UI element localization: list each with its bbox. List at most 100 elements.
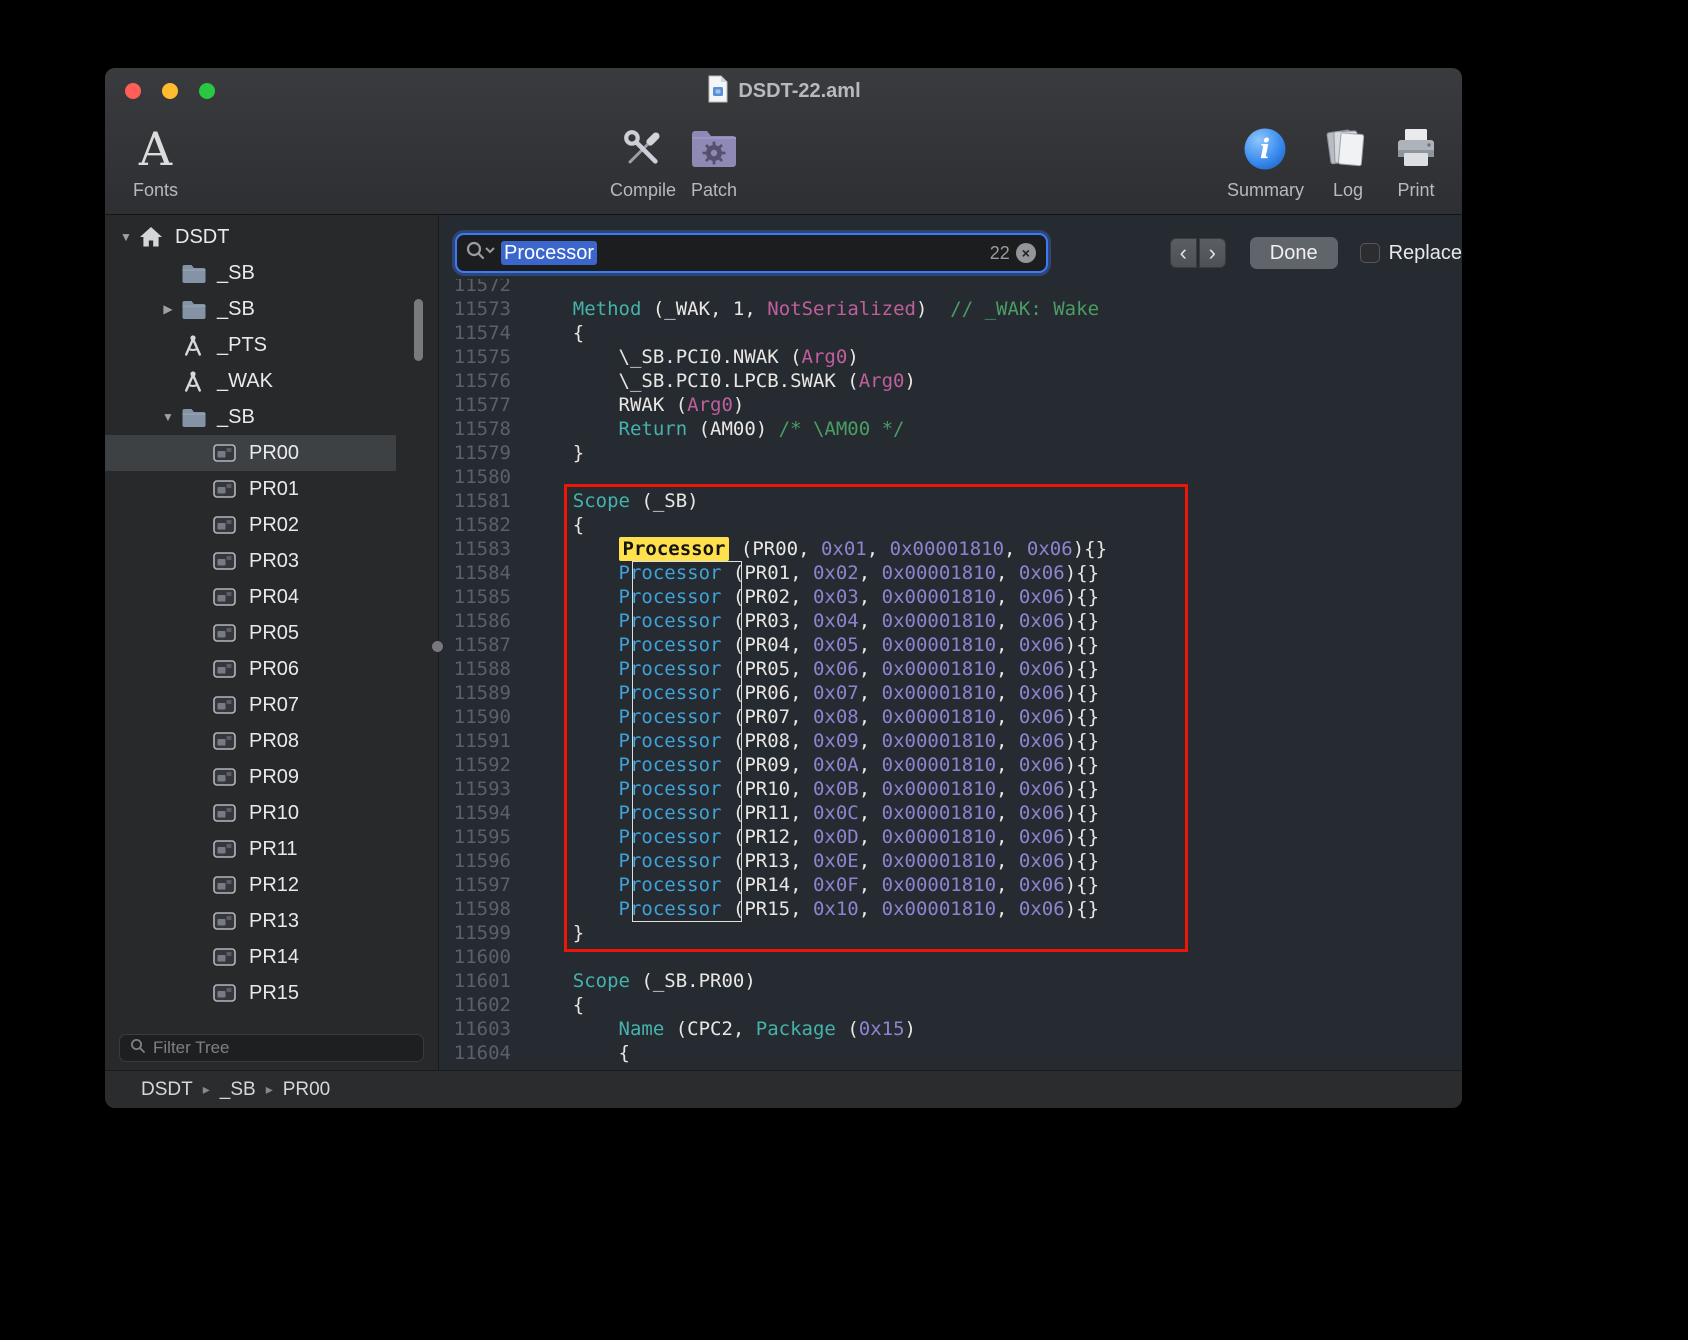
sidebar-item-sb-wak[interactable]: _WAK [105,363,396,399]
fonts-label: Fonts [133,180,178,201]
sidebar-item-pr14[interactable]: PR14 [105,939,396,975]
patch-label: Patch [691,180,737,201]
sidebar-item-label: PR02 [247,514,299,537]
sidebar-item-pr13[interactable]: PR13 [105,903,396,939]
breadcrumb-item[interactable]: PR00 [283,1079,331,1101]
search-magnifier-icon[interactable] [465,240,495,267]
fonts-button[interactable]: A Fonts [133,120,178,201]
print-button[interactable]: Print [1392,120,1440,201]
sidebar-item-pr06[interactable]: PR06 [105,651,396,687]
code-text: { [527,993,584,1017]
print-label: Print [1397,180,1434,201]
sidebar-item-sb-sb[interactable]: ▶_SB [105,291,396,327]
code-text: { [527,513,584,537]
sidebar-item-pr03[interactable]: PR03 [105,543,396,579]
split-divider-handle[interactable] [431,640,444,653]
code-line: 11603 Name (CPC2, Package (0x15) [439,1017,1462,1041]
line-number: 11578 [439,417,527,441]
code-text: Scope (_SB) [527,489,699,513]
next-match-button[interactable]: › [1199,238,1226,268]
code-line: 11572 [439,279,1462,297]
window-header: DSDT-22.aml A Fonts [105,68,1462,215]
sidebar-item-pr00[interactable]: PR00 [105,435,396,471]
code-text: Processor (PR02, 0x03, 0x00001810, 0x06)… [527,585,1099,609]
sidebar-item-label: PR12 [247,874,299,897]
sidebar-item-pr12[interactable]: PR12 [105,867,396,903]
sidebar-item-label: _PTS [215,334,267,357]
sidebar-scrollbar-thumb[interactable] [414,299,423,361]
sidebar-item-pr07[interactable]: PR07 [105,687,396,723]
code-line: 11578 Return (AM00) /* \AM00 */ [439,417,1462,441]
line-number: 11600 [439,945,527,969]
done-button[interactable]: Done [1250,237,1338,269]
sidebar-item-pr15[interactable]: PR15 [105,975,396,1011]
sidebar-item-pr09[interactable]: PR09 [105,759,396,795]
code-text: Processor (PR01, 0x02, 0x00001810, 0x06)… [527,561,1099,585]
sidebar-item-pr01[interactable]: PR01 [105,471,396,507]
line-number: 11574 [439,321,527,345]
minimize-button[interactable] [162,83,178,99]
previous-match-button[interactable]: ‹ [1170,238,1197,268]
disclosure-triangle-icon[interactable]: ▶ [155,302,181,316]
zoom-button[interactable] [199,83,215,99]
breadcrumb-item[interactable]: DSDT [141,1079,193,1101]
replace-checkbox[interactable] [1360,243,1380,263]
clear-search-button[interactable]: × [1016,243,1036,263]
breadcrumb: DSDT ▸ _SB ▸ PR00 [141,1079,330,1101]
sidebar-item-pr08[interactable]: PR08 [105,723,396,759]
processor-icon [213,696,247,714]
line-number: 11583 [439,537,527,561]
summary-icon: i [1242,120,1288,178]
processor-icon [213,552,247,570]
sidebar-item-dsdt[interactable]: ▼ DSDT [105,219,396,255]
code-text: Processor (PR07, 0x08, 0x00001810, 0x06)… [527,705,1099,729]
search-query: Processor [501,241,597,265]
sidebar-item-pr05[interactable]: PR05 [105,615,396,651]
processor-icon [213,948,247,966]
log-button[interactable]: Log [1322,120,1374,201]
code-text: Processor (PR12, 0x0D, 0x00001810, 0x06)… [527,825,1099,849]
line-number: 11586 [439,609,527,633]
compile-label: Compile [610,180,676,201]
close-button[interactable] [125,83,141,99]
sidebar-item-pr02[interactable]: PR02 [105,507,396,543]
code-text: Scope (_SB.PR00) [527,969,756,993]
toolbar: A Fonts [105,114,1462,214]
breadcrumb-item[interactable]: _SB [220,1079,256,1101]
sidebar-item-label: PR05 [247,622,299,645]
search-match: Processor [619,730,722,752]
sidebar-item-label: DSDT [173,226,229,249]
disclosure-triangle-icon[interactable]: ▼ [113,230,139,244]
patch-button[interactable]: Patch [688,120,740,201]
sidebar-item-sb-sb[interactable]: _SB [105,255,396,291]
processor-icon [213,480,247,498]
code-line: 11584 Processor (PR01, 0x02, 0x00001810,… [439,561,1462,585]
summary-button[interactable]: i Summary [1227,120,1304,201]
breadcrumb-separator: ▸ [203,1081,210,1098]
sidebar-item-sb-sb[interactable]: ▼_SB [105,399,396,435]
line-number: 11591 [439,729,527,753]
disclosure-triangle-icon[interactable]: ▼ [155,410,181,424]
compile-button[interactable]: Compile [610,120,676,201]
search-input[interactable]: Processor 22 × [455,233,1048,273]
line-number: 11587 [439,633,527,657]
filter-input[interactable]: Filter Tree [119,1034,424,1062]
code-line: 11596 Processor (PR13, 0x0E, 0x00001810,… [439,849,1462,873]
code-line: 11583 Processor (PR00, 0x01, 0x00001810,… [439,537,1462,561]
search-match: Processor [619,802,722,824]
sidebar-item-pr10[interactable]: PR10 [105,795,396,831]
sidebar-scrollbar[interactable] [411,217,426,1022]
processor-icon [213,876,247,894]
sidebar-item-label: PR06 [247,658,299,681]
line-number: 11584 [439,561,527,585]
code-line: 11575 \_SB.PCI0.NWAK (Arg0) [439,345,1462,369]
log-label: Log [1333,180,1363,201]
sidebar-item-sb-pts[interactable]: _PTS [105,327,396,363]
processor-icon [213,444,247,462]
sidebar-item-label: PR10 [247,802,299,825]
code-text: } [527,921,584,945]
sidebar-item-pr04[interactable]: PR04 [105,579,396,615]
sidebar-item-pr11[interactable]: PR11 [105,831,396,867]
breadcrumb-separator: ▸ [266,1081,273,1098]
code-editor[interactable]: 1157211573 Method (_WAK, 1, NotSerialize… [439,279,1462,1070]
